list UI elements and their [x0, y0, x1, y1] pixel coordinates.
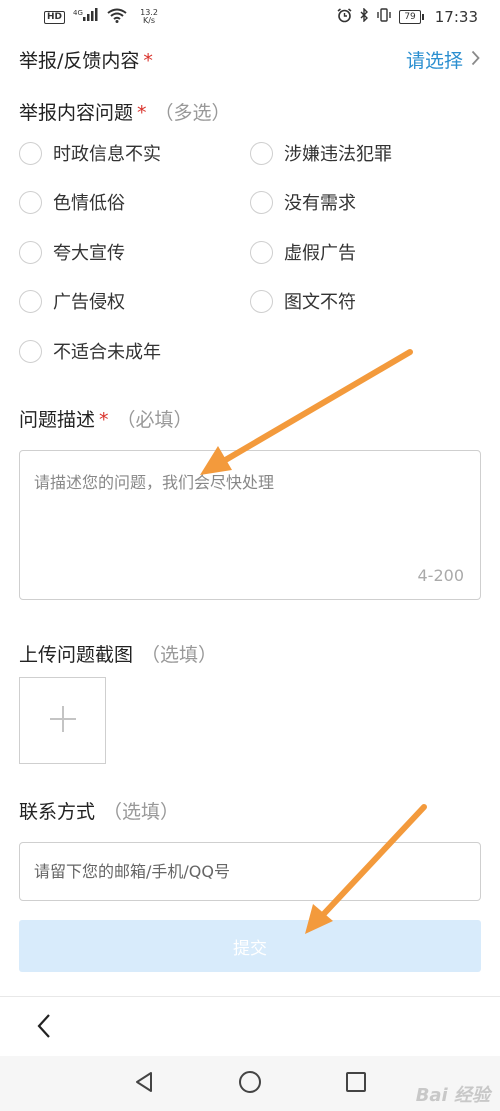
- issue-option[interactable]: 时政信息不实: [19, 140, 161, 166]
- issue-option-label: 图文不符: [284, 292, 356, 313]
- nav-recents-button[interactable]: [342, 1070, 370, 1098]
- description-hint: （必填）: [116, 409, 193, 431]
- issue-option[interactable]: 色情低俗: [19, 189, 125, 215]
- radio-icon[interactable]: [250, 240, 273, 264]
- description-title: 问题描述 * （必填）: [19, 405, 193, 432]
- wifi-icon: [107, 8, 127, 27]
- divider: [0, 996, 500, 997]
- bluetooth-icon: [360, 7, 369, 26]
- contact-hint: （选填）: [103, 801, 180, 823]
- select-label: 请选择: [405, 50, 463, 72]
- submit-button[interactable]: 提交: [19, 920, 481, 972]
- issue-option-label: 没有需求: [284, 193, 356, 214]
- issues-hint: （多选）: [154, 102, 231, 124]
- hd-badge: HD: [44, 10, 66, 24]
- plus-icon: [49, 705, 77, 737]
- radio-icon[interactable]: [19, 289, 42, 313]
- watermark-logo: Bai 经验: [415, 1085, 490, 1106]
- char-counter: 4-200: [417, 566, 465, 585]
- issue-option-label: 夸大宣传: [53, 243, 125, 264]
- upload-screenshot-button[interactable]: [19, 677, 106, 764]
- radio-icon[interactable]: [250, 190, 273, 214]
- contact-title: 联系方式 （选填）: [19, 797, 179, 824]
- required-mark: *: [143, 50, 153, 72]
- contact-box[interactable]: [19, 842, 481, 901]
- clock-time: 17:33: [434, 8, 478, 26]
- nav-back-button[interactable]: [130, 1070, 158, 1098]
- issue-option[interactable]: 广告侵权: [19, 288, 125, 314]
- report-content-title: 举报/反馈内容 *: [19, 46, 153, 73]
- description-label: 问题描述: [19, 409, 96, 431]
- triangle-back-icon: [134, 1071, 154, 1097]
- nav-home-button[interactable]: [236, 1070, 264, 1098]
- signal-icon: 4G: [73, 8, 99, 26]
- issue-option[interactable]: 不适合未成年: [19, 338, 161, 364]
- issue-option-label: 涉嫌违法犯罪: [284, 144, 392, 165]
- square-recents-icon: [345, 1071, 367, 1097]
- contact-label: 联系方式: [19, 801, 96, 823]
- issue-option-label: 不适合未成年: [53, 342, 161, 363]
- circle-home-icon: [238, 1070, 262, 1098]
- required-mark: *: [99, 409, 109, 431]
- issue-option[interactable]: 涉嫌违法犯罪: [250, 140, 392, 166]
- description-input[interactable]: [34, 469, 466, 549]
- battery-indicator: 79: [399, 10, 425, 24]
- screenshot-title: 上传问题截图 （选填）: [19, 640, 217, 667]
- radio-icon[interactable]: [19, 339, 42, 363]
- issue-option-label: 色情低俗: [53, 193, 125, 214]
- status-bar-left: HD 4G 13.2 K/s: [44, 8, 163, 27]
- chevron-left-icon: [37, 1013, 51, 1043]
- radio-icon[interactable]: [250, 289, 273, 313]
- contact-input[interactable]: [34, 862, 466, 881]
- issue-option[interactable]: 图文不符: [250, 288, 356, 314]
- issue-option[interactable]: 没有需求: [250, 189, 356, 215]
- issues-title: 举报内容问题 * （多选）: [19, 98, 231, 125]
- screenshot-hint: （选填）: [141, 644, 218, 666]
- required-mark: *: [137, 102, 147, 124]
- radio-icon[interactable]: [250, 141, 273, 165]
- issue-option-label: 广告侵权: [53, 292, 125, 313]
- chevron-right-icon: [471, 49, 480, 71]
- network-speed-unit: K/s: [142, 16, 156, 25]
- issue-option-label: 时政信息不实: [53, 144, 161, 165]
- network-speed: 13.2 K/s: [135, 9, 163, 25]
- issue-option-label: 虚假广告: [284, 243, 356, 264]
- radio-icon[interactable]: [19, 141, 42, 165]
- status-bar: HD 4G 13.2 K/s 79 17:33: [0, 0, 500, 34]
- issue-option[interactable]: 虚假广告: [250, 239, 356, 265]
- screenshot-label: 上传问题截图: [19, 644, 134, 666]
- report-content-label: 举报/反馈内容: [19, 50, 140, 72]
- back-button[interactable]: [24, 1008, 64, 1048]
- network-type: 4G: [73, 9, 83, 17]
- description-box[interactable]: 4-200: [19, 450, 481, 600]
- status-bar-right: 79 17:33: [337, 7, 478, 27]
- radio-icon[interactable]: [19, 190, 42, 214]
- report-content-select[interactable]: 请选择: [406, 46, 480, 73]
- alarm-icon: [337, 7, 352, 27]
- radio-icon[interactable]: [19, 240, 42, 264]
- vibrate-icon: [377, 8, 392, 26]
- issue-option[interactable]: 夸大宣传: [19, 239, 125, 265]
- issues-label: 举报内容问题: [19, 102, 134, 124]
